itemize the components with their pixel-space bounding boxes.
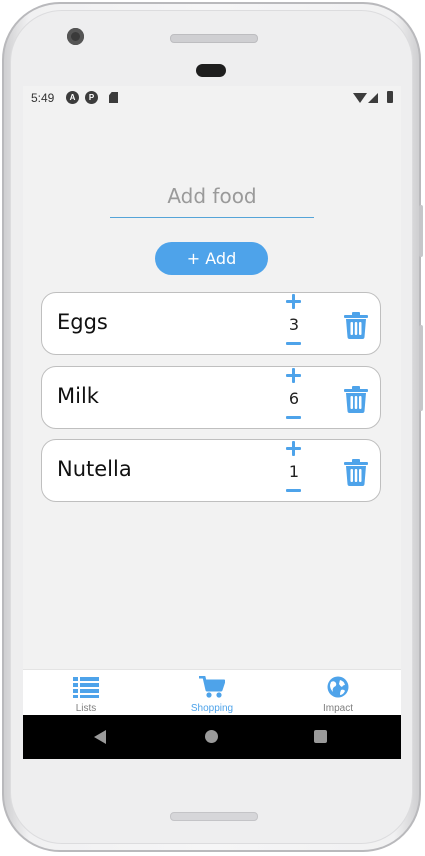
recent-apps-icon[interactable] xyxy=(314,730,327,743)
nav-tab-lists[interactable]: Lists xyxy=(23,670,149,716)
system-nav-bar xyxy=(23,715,401,759)
trash-icon[interactable] xyxy=(344,386,368,413)
globe-icon xyxy=(327,676,349,698)
nav-label: Lists xyxy=(75,703,97,714)
signal-icon xyxy=(368,93,378,103)
status-bar: 5:49 A P xyxy=(23,86,401,110)
sensor-pill xyxy=(196,64,226,77)
notification-icon: A xyxy=(66,91,79,104)
trash-icon[interactable] xyxy=(344,312,368,339)
list-icon xyxy=(73,677,99,698)
nav-tab-impact[interactable]: Impact xyxy=(275,670,401,716)
list-item: Nutella 1 xyxy=(41,439,381,502)
battery-icon xyxy=(387,91,393,103)
bottom-nav: Lists Shopping Impact xyxy=(23,669,401,716)
item-name: Milk xyxy=(57,384,99,408)
front-camera xyxy=(67,28,84,45)
item-name: Nutella xyxy=(57,457,132,481)
power-button xyxy=(419,325,423,411)
home-icon[interactable] xyxy=(205,730,218,743)
sd-card-icon xyxy=(109,92,118,103)
status-time: 5:49 xyxy=(31,91,55,105)
bottom-speaker xyxy=(170,812,258,821)
cart-icon xyxy=(199,676,225,698)
nav-label: Impact xyxy=(322,703,353,714)
volume-button xyxy=(419,205,423,257)
add-food-input[interactable] xyxy=(110,174,314,218)
nav-label: Shopping xyxy=(190,703,234,714)
item-quantity: 6 xyxy=(288,389,300,408)
earpiece-speaker xyxy=(170,34,258,43)
app-screen: 5:49 A P + Add Eggs 3 Milk 6 xyxy=(23,86,401,759)
increment-icon[interactable] xyxy=(286,441,301,456)
list-item: Milk 6 xyxy=(41,366,381,429)
add-button[interactable]: + Add xyxy=(155,242,268,275)
decrement-icon[interactable] xyxy=(286,489,301,492)
list-item: Eggs 3 xyxy=(41,292,381,355)
item-name: Eggs xyxy=(57,310,108,334)
notification-icon: P xyxy=(85,91,98,104)
decrement-icon[interactable] xyxy=(286,416,301,419)
increment-icon[interactable] xyxy=(286,294,301,309)
item-quantity: 3 xyxy=(288,315,300,334)
trash-icon[interactable] xyxy=(344,459,368,486)
add-button-label: + Add xyxy=(186,249,237,268)
nav-tab-shopping[interactable]: Shopping xyxy=(149,670,275,716)
item-quantity: 1 xyxy=(288,462,300,481)
increment-icon[interactable] xyxy=(286,368,301,383)
wifi-icon xyxy=(353,93,367,103)
back-icon[interactable] xyxy=(94,730,106,744)
decrement-icon[interactable] xyxy=(286,342,301,345)
